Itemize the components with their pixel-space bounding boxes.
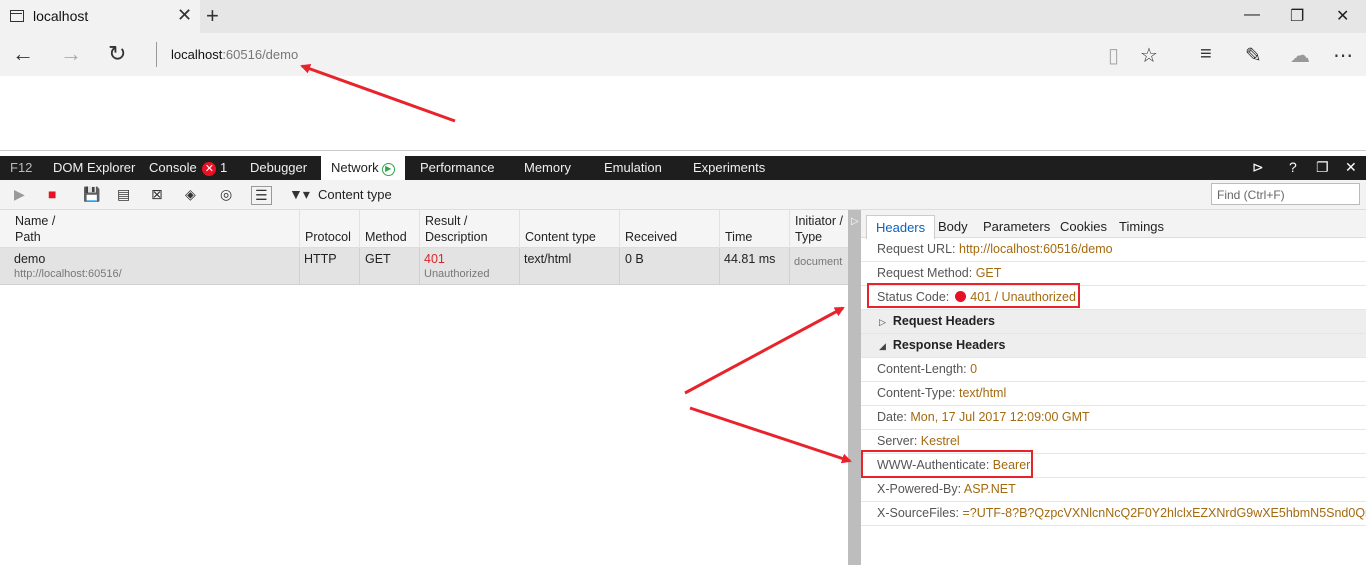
- arrow-to-status: [684, 306, 845, 395]
- arrow-to-auth: [689, 406, 852, 464]
- arrow-to-url: [300, 64, 456, 123]
- annotation-arrows: [300, 64, 852, 464]
